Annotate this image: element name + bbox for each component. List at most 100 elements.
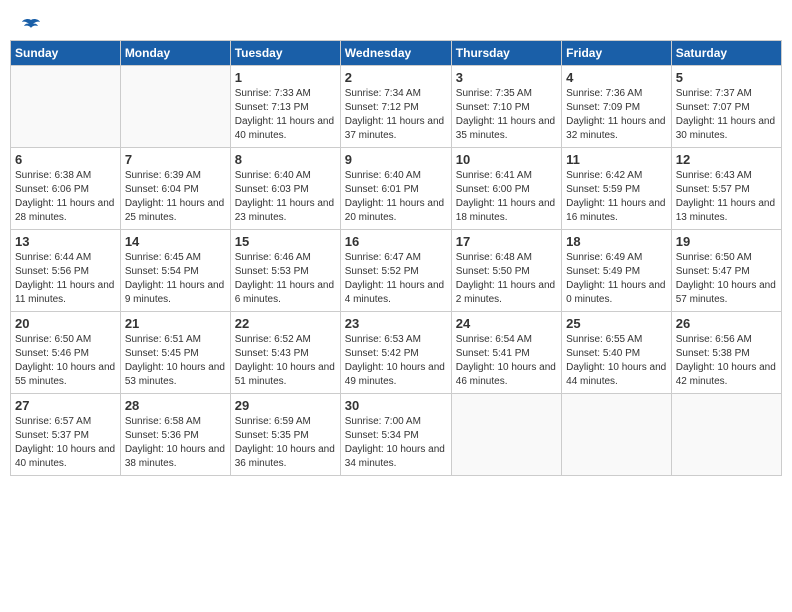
day-detail: Sunrise: 6:59 AM Sunset: 5:35 PM Dayligh… [235, 415, 336, 471]
day-number: 7 [125, 152, 226, 167]
column-header-wednesday: Wednesday [340, 41, 451, 66]
day-number: 19 [676, 234, 777, 249]
calendar-cell: 20Sunrise: 6:50 AM Sunset: 5:46 PM Dayli… [11, 312, 121, 394]
day-number: 24 [456, 316, 557, 331]
column-header-saturday: Saturday [671, 41, 781, 66]
day-number: 16 [345, 234, 447, 249]
logo-bird-icon [21, 18, 41, 34]
day-detail: Sunrise: 6:48 AM Sunset: 5:50 PM Dayligh… [456, 251, 557, 307]
calendar-cell: 4 Sunrise: 7:36 AM Sunset: 7:09 PM Daylig… [562, 66, 672, 148]
day-detail: Sunrise: 7:37 AM Sunset: 7:07 PM Dayligh… [676, 87, 777, 143]
calendar-cell: 21 Sunrise: 6:51 AM Sunset: 5:45 PM Dayli… [120, 312, 230, 394]
calendar-cell: 9 Sunrise: 6:40 AM Sunset: 6:01 PM Daylig… [340, 148, 451, 230]
calendar-cell: 3 Sunrise: 7:35 AM Sunset: 7:10 PM Daylig… [451, 66, 561, 148]
day-detail: Sunrise: 6:58 AM Sunset: 5:36 PM Dayligh… [125, 415, 226, 471]
calendar-cell: 15 Sunrise: 6:46 AM Sunset: 5:53 PM Dayli… [230, 230, 340, 312]
day-detail: Sunrise: 6:50 AM Sunset: 5:47 PM Dayligh… [676, 251, 777, 307]
calendar-cell: 27 Sunrise: 6:57 AM Sunset: 5:37 PM Dayli… [11, 394, 121, 476]
day-detail: Sunrise: 6:41 AM Sunset: 6:00 PM Dayligh… [456, 169, 557, 225]
day-detail: Sunrise: 7:33 AM Sunset: 7:13 PM Dayligh… [235, 87, 336, 143]
calendar-week-row: 27 Sunrise: 6:57 AM Sunset: 5:37 PM Dayli… [11, 394, 782, 476]
day-number: 15 [235, 234, 336, 249]
day-detail: Sunrise: 6:38 AM Sunset: 6:06 PM Dayligh… [15, 169, 116, 225]
day-number: 10 [456, 152, 557, 167]
page-header [10, 10, 782, 36]
calendar-cell: 11 Sunrise: 6:42 AM Sunset: 5:59 PM Dayli… [562, 148, 672, 230]
calendar-cell: 23 Sunrise: 6:53 AM Sunset: 5:42 PM Dayli… [340, 312, 451, 394]
day-number: 4 [566, 70, 667, 85]
column-header-sunday: Sunday [11, 41, 121, 66]
calendar-cell: 5 Sunrise: 7:37 AM Sunset: 7:07 PM Daylig… [671, 66, 781, 148]
calendar-cell [562, 394, 672, 476]
day-number: 29 [235, 398, 336, 413]
day-number: 23 [345, 316, 447, 331]
calendar-cell: 7 Sunrise: 6:39 AM Sunset: 6:04 PM Daylig… [120, 148, 230, 230]
day-number: 21 [125, 316, 226, 331]
calendar-week-row: 1 Sunrise: 7:33 AM Sunset: 7:13 PM Daylig… [11, 66, 782, 148]
day-number: 5 [676, 70, 777, 85]
day-detail: Sunrise: 6:49 AM Sunset: 5:49 PM Dayligh… [566, 251, 667, 307]
calendar-cell [671, 394, 781, 476]
day-detail: Sunrise: 6:53 AM Sunset: 5:42 PM Dayligh… [345, 333, 447, 389]
day-number: 9 [345, 152, 447, 167]
column-header-friday: Friday [562, 41, 672, 66]
calendar-cell: 10 Sunrise: 6:41 AM Sunset: 6:00 PM Dayli… [451, 148, 561, 230]
day-detail: Sunrise: 7:36 AM Sunset: 7:09 PM Dayligh… [566, 87, 667, 143]
calendar-cell: 26 Sunrise: 6:56 AM Sunset: 5:38 PM Dayli… [671, 312, 781, 394]
day-detail: Sunrise: 6:51 AM Sunset: 5:45 PM Dayligh… [125, 333, 226, 389]
day-detail: Sunrise: 6:39 AM Sunset: 6:04 PM Dayligh… [125, 169, 226, 225]
day-detail: Sunrise: 6:56 AM Sunset: 5:38 PM Dayligh… [676, 333, 777, 389]
calendar-table: SundayMondayTuesdayWednesdayThursdayFrid… [10, 40, 782, 476]
calendar-header-row: SundayMondayTuesdayWednesdayThursdayFrid… [11, 41, 782, 66]
calendar-cell: 8 Sunrise: 6:40 AM Sunset: 6:03 PM Daylig… [230, 148, 340, 230]
calendar-week-row: 13Sunrise: 6:44 AM Sunset: 5:56 PM Dayli… [11, 230, 782, 312]
calendar-cell: 28Sunrise: 6:58 AM Sunset: 5:36 PM Dayli… [120, 394, 230, 476]
calendar-cell [120, 66, 230, 148]
day-number: 12 [676, 152, 777, 167]
calendar-cell: 6Sunrise: 6:38 AM Sunset: 6:06 PM Daylig… [11, 148, 121, 230]
day-number: 20 [15, 316, 116, 331]
calendar-cell: 12 Sunrise: 6:43 AM Sunset: 5:57 PM Dayli… [671, 148, 781, 230]
calendar-cell [11, 66, 121, 148]
calendar-week-row: 20Sunrise: 6:50 AM Sunset: 5:46 PM Dayli… [11, 312, 782, 394]
day-detail: Sunrise: 6:40 AM Sunset: 6:03 PM Dayligh… [235, 169, 336, 225]
calendar-week-row: 6Sunrise: 6:38 AM Sunset: 6:06 PM Daylig… [11, 148, 782, 230]
day-number: 2 [345, 70, 447, 85]
day-detail: Sunrise: 7:34 AM Sunset: 7:12 PM Dayligh… [345, 87, 447, 143]
day-number: 3 [456, 70, 557, 85]
calendar-cell: 18Sunrise: 6:49 AM Sunset: 5:49 PM Dayli… [562, 230, 672, 312]
day-detail: Sunrise: 6:43 AM Sunset: 5:57 PM Dayligh… [676, 169, 777, 225]
calendar-cell: 13Sunrise: 6:44 AM Sunset: 5:56 PM Dayli… [11, 230, 121, 312]
day-number: 26 [676, 316, 777, 331]
column-header-monday: Monday [120, 41, 230, 66]
day-number: 8 [235, 152, 336, 167]
day-detail: Sunrise: 7:35 AM Sunset: 7:10 PM Dayligh… [456, 87, 557, 143]
day-number: 13 [15, 234, 116, 249]
day-detail: Sunrise: 6:52 AM Sunset: 5:43 PM Dayligh… [235, 333, 336, 389]
day-detail: Sunrise: 6:40 AM Sunset: 6:01 PM Dayligh… [345, 169, 447, 225]
day-number: 27 [15, 398, 116, 413]
calendar-cell: 17 Sunrise: 6:48 AM Sunset: 5:50 PM Dayli… [451, 230, 561, 312]
calendar-cell: 22Sunrise: 6:52 AM Sunset: 5:43 PM Dayli… [230, 312, 340, 394]
calendar-cell: 16 Sunrise: 6:47 AM Sunset: 5:52 PM Dayli… [340, 230, 451, 312]
day-detail: Sunrise: 6:54 AM Sunset: 5:41 PM Dayligh… [456, 333, 557, 389]
calendar-cell: 19 Sunrise: 6:50 AM Sunset: 5:47 PM Dayli… [671, 230, 781, 312]
day-detail: Sunrise: 6:47 AM Sunset: 5:52 PM Dayligh… [345, 251, 447, 307]
calendar-cell: 1 Sunrise: 7:33 AM Sunset: 7:13 PM Daylig… [230, 66, 340, 148]
calendar-cell: 25Sunrise: 6:55 AM Sunset: 5:40 PM Dayli… [562, 312, 672, 394]
day-number: 11 [566, 152, 667, 167]
day-detail: Sunrise: 6:46 AM Sunset: 5:53 PM Dayligh… [235, 251, 336, 307]
day-number: 17 [456, 234, 557, 249]
calendar-cell [451, 394, 561, 476]
day-detail: Sunrise: 6:57 AM Sunset: 5:37 PM Dayligh… [15, 415, 116, 471]
day-detail: Sunrise: 6:42 AM Sunset: 5:59 PM Dayligh… [566, 169, 667, 225]
day-number: 14 [125, 234, 226, 249]
calendar-cell: 14 Sunrise: 6:45 AM Sunset: 5:54 PM Dayli… [120, 230, 230, 312]
column-header-tuesday: Tuesday [230, 41, 340, 66]
calendar-cell: 29 Sunrise: 6:59 AM Sunset: 5:35 PM Dayli… [230, 394, 340, 476]
day-number: 1 [235, 70, 336, 85]
day-detail: Sunrise: 6:45 AM Sunset: 5:54 PM Dayligh… [125, 251, 226, 307]
day-detail: Sunrise: 6:55 AM Sunset: 5:40 PM Dayligh… [566, 333, 667, 389]
calendar-cell: 2 Sunrise: 7:34 AM Sunset: 7:12 PM Daylig… [340, 66, 451, 148]
day-number: 30 [345, 398, 447, 413]
